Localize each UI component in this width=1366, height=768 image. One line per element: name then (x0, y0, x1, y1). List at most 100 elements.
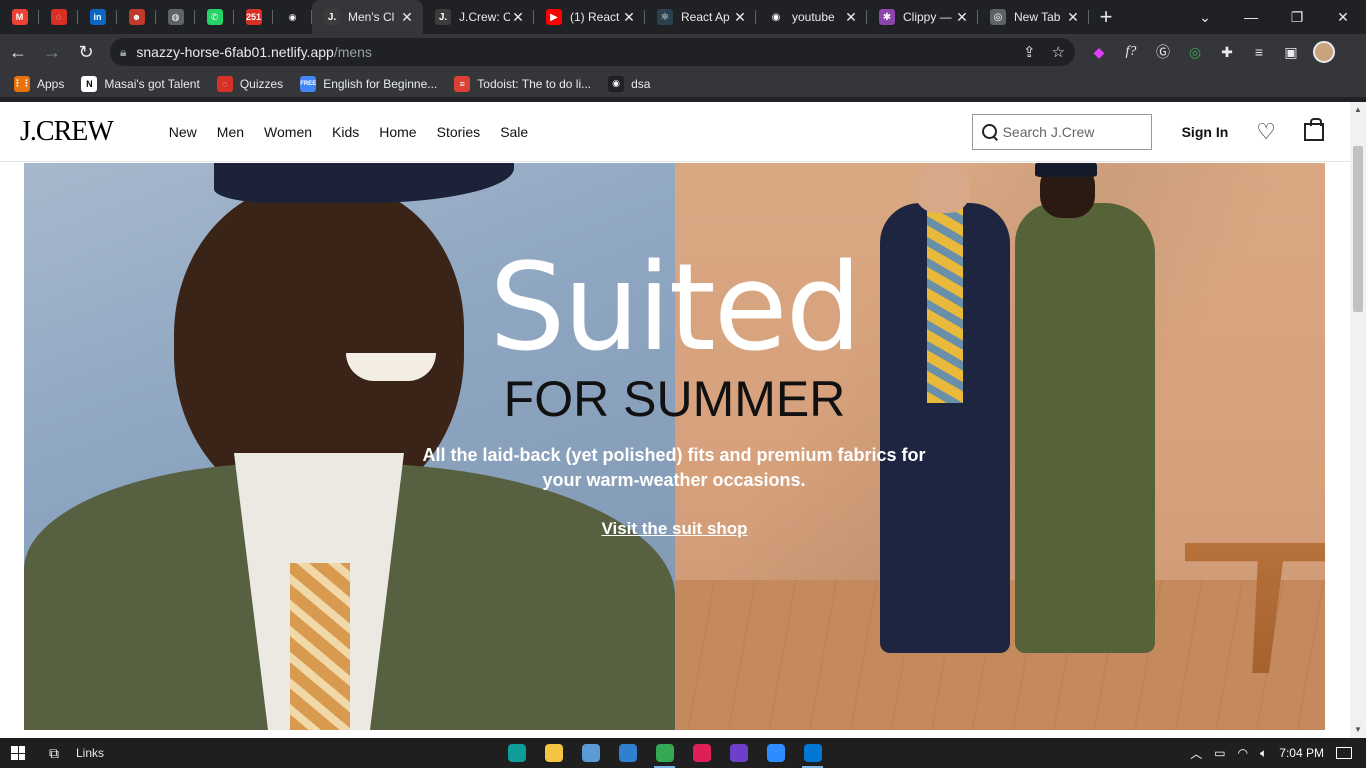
browser-tab[interactable]: ◎ New Tab ✕ (978, 0, 1089, 34)
bookmark-label: Quizzes (239, 76, 284, 91)
forward-button[interactable]: → (36, 36, 68, 68)
font-extension-icon[interactable]: f? (1121, 42, 1141, 62)
lock-icon[interactable]: 🔒︎ (120, 45, 126, 60)
nav-link-sale[interactable]: Sale (500, 124, 528, 140)
battery-icon[interactable]: ▭ (1214, 746, 1225, 760)
web-page: J.CREW New Men Women Kids Home Stories Sale Si… (0, 102, 1366, 738)
bookmark-item[interactable]: ◉ dsa (608, 75, 650, 92)
taskbar-app[interactable] (572, 738, 609, 768)
hero-banner[interactable]: Suited FOR SUMMER All the laid-back (yet… (24, 163, 1325, 730)
extensions-puzzle-icon[interactable]: ✚ (1217, 42, 1237, 62)
minimize-button[interactable]: — (1228, 9, 1274, 25)
taskbar-app[interactable] (794, 738, 831, 768)
scroll-up-arrow-icon[interactable]: ▲ (1350, 102, 1366, 118)
task-view-icon[interactable]: ⧉ (36, 745, 72, 762)
browser-tab[interactable]: J. Men's Cl ✕ (312, 0, 423, 34)
volume-icon[interactable]: 🔈︎ (1260, 746, 1267, 761)
scrollbar-thumb[interactable] (1353, 146, 1363, 312)
reload-button[interactable]: ↻ (70, 36, 102, 68)
pinned-tab[interactable]: ◌ (39, 0, 78, 34)
bookmark-item[interactable]: N Masai's got Talent (81, 75, 200, 92)
browser-tab[interactable]: ▶ (1) React ✕ (534, 0, 645, 34)
browser-tab[interactable]: ✱ Clippy — ✕ (867, 0, 978, 34)
back-button[interactable]: ← (2, 36, 34, 68)
notification-icon[interactable] (1336, 747, 1352, 759)
hero-subheadline: FOR SUMMER (503, 371, 846, 427)
nav-link-women[interactable]: Women (264, 124, 312, 140)
taskbar-app[interactable] (535, 738, 572, 768)
bookmark-label: English for Beginne... (323, 76, 438, 91)
zoom-icon (766, 744, 785, 762)
share-icon[interactable]: ⇪ (1023, 43, 1036, 61)
close-tab-icon[interactable]: ✕ (399, 9, 415, 26)
close-tab-icon[interactable]: ✕ (732, 9, 748, 26)
bookmark-star-icon[interactable]: ☆ (1052, 43, 1065, 61)
browser-tab[interactable]: J. J.Crew: C ✕ (423, 0, 534, 34)
clock[interactable]: 7:04 PM (1279, 746, 1324, 760)
taskbar-app[interactable] (609, 738, 646, 768)
search-box[interactable] (971, 113, 1152, 150)
pinned-tab[interactable]: ◉ (273, 0, 312, 34)
tab-title: (1) React (570, 10, 620, 24)
profile-avatar[interactable] (1313, 41, 1335, 63)
address-bar[interactable]: 🔒︎ snazzy-horse-6fab01.netlify.app/mens … (110, 38, 1075, 66)
new-tab-button[interactable]: + (1089, 0, 1123, 34)
pinned-tab[interactable]: ◍ (156, 0, 195, 34)
pinned-tab[interactable]: M (0, 0, 39, 34)
edge-icon (507, 744, 526, 762)
nav-link-kids[interactable]: Kids (332, 124, 359, 140)
bookmark-item[interactable]: ◌ Quizzes (216, 75, 284, 92)
bookmark-item[interactable]: ≡ Todoist: The to do li... (454, 75, 591, 92)
close-tab-icon[interactable]: ✕ (954, 9, 970, 26)
nav-link-home[interactable]: Home (379, 124, 416, 140)
slack-icon (692, 744, 711, 762)
browser-tab[interactable]: ⚛ React Ap ✕ (645, 0, 756, 34)
close-window-button[interactable]: ✕ (1320, 9, 1366, 26)
close-tab-icon[interactable]: ✕ (1065, 9, 1081, 26)
grammarly-extension-icon[interactable]: Ⓖ (1153, 42, 1173, 62)
links-toolbar[interactable]: Links (76, 746, 104, 760)
color-picker-extension-icon[interactable]: ◆ (1089, 42, 1109, 62)
close-tab-icon[interactable]: ✕ (843, 9, 859, 26)
system-tray: ︿ ▭ ◠ 🔈︎ 7:04 PM (1190, 745, 1352, 762)
nav-link-men[interactable]: Men (217, 124, 244, 140)
pinned-tab[interactable]: in (78, 0, 117, 34)
hero-blurb: All the laid-back (yet polished) fits an… (422, 445, 926, 490)
pinned-tab[interactable]: ☻ (117, 0, 156, 34)
tray-chevron-icon[interactable]: ︿ (1190, 745, 1202, 762)
hero-text: Suited FOR SUMMER All the laid-back (yet… (24, 163, 1325, 730)
taskbar-app[interactable] (498, 738, 535, 768)
taskbar-app[interactable] (646, 738, 683, 768)
taskbar-app[interactable] (683, 738, 720, 768)
globe-icon: ◍ (167, 9, 184, 25)
wishlist-heart-icon[interactable]: ♡ (1256, 119, 1276, 145)
scroll-down-arrow-icon[interactable]: ▼ (1350, 722, 1366, 738)
page-scrollbar[interactable]: ▲ ▼ (1350, 102, 1366, 738)
taskbar-app[interactable] (720, 738, 757, 768)
circle-extension-icon[interactable]: ◎ (1185, 42, 1205, 62)
jcrew-logo[interactable]: J.CREW (20, 116, 114, 148)
pinned-tab[interactable]: 251 (234, 0, 273, 34)
visit-suit-shop-link[interactable]: Visit the suit shop (24, 519, 1325, 539)
tab-search-icon[interactable]: ⌄ (1182, 9, 1228, 26)
close-tab-icon[interactable]: ✕ (510, 9, 526, 26)
shopping-bag-icon[interactable] (1304, 117, 1324, 141)
pinned-tab[interactable]: ✆ (195, 0, 234, 34)
bookmark-item[interactable]: ⋮⋮ Apps (13, 75, 64, 92)
start-button[interactable] (0, 746, 36, 760)
restore-button[interactable]: ❐ (1274, 9, 1320, 26)
sign-in-link[interactable]: Sign In (1182, 124, 1229, 140)
nav-link-stories[interactable]: Stories (437, 124, 481, 140)
taskbar-app[interactable] (757, 738, 794, 768)
wifi-icon[interactable]: ◠ (1238, 746, 1248, 760)
media-control-icon[interactable]: ≡ (1249, 42, 1269, 62)
search-icon[interactable] (981, 123, 997, 141)
bookmark-item[interactable]: FREE English for Beginne... (300, 75, 438, 92)
pinned-tabs: M ◌ in ☻ ◍ ✆ 251 ◉ (0, 0, 312, 34)
nav-link-new[interactable]: New (169, 124, 197, 140)
browser-tab-strip: M ◌ in ☻ ◍ ✆ 251 ◉ J. Men's Cl ✕ J. J.Crew: C ✕ ▶… (0, 0, 1366, 34)
browser-tab[interactable]: ◉ youtube ✕ (756, 0, 867, 34)
side-panel-icon[interactable]: ▣ (1281, 42, 1301, 62)
close-tab-icon[interactable]: ✕ (621, 9, 637, 26)
search-input[interactable] (1002, 123, 1143, 140)
